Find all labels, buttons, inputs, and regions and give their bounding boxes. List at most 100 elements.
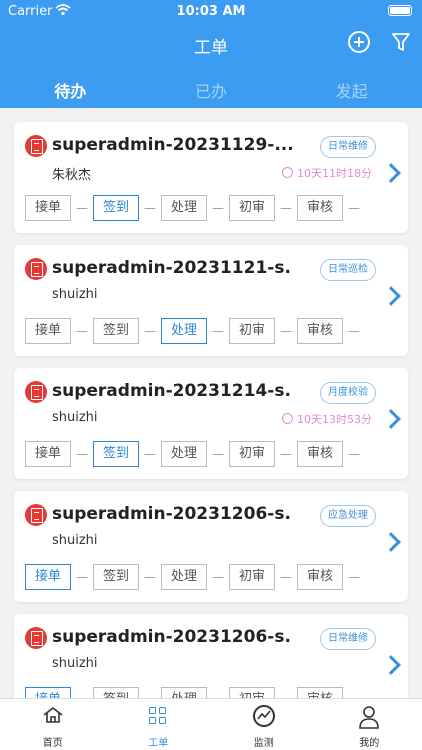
- assignee-name: shuizhi: [52, 410, 98, 425]
- chevron-right-icon[interactable]: [381, 532, 401, 552]
- step-connector: —: [144, 570, 156, 584]
- step-connector: —: [348, 570, 360, 584]
- countdown-text: 10天13时53分: [297, 413, 372, 426]
- step-connector: —: [76, 570, 88, 584]
- assignee-name: shuizhi: [52, 287, 98, 302]
- chevron-right-icon[interactable]: [381, 163, 401, 183]
- type-badge: 应急处理: [320, 505, 376, 527]
- type-badge: 月度校验: [320, 382, 376, 404]
- step-2[interactable]: 处理: [161, 195, 207, 221]
- step-2[interactable]: 处理: [161, 441, 207, 467]
- step-connector: —: [212, 570, 224, 584]
- step-4[interactable]: 审核: [297, 564, 343, 590]
- step-4[interactable]: 审核: [297, 195, 343, 221]
- user-icon: [359, 706, 380, 729]
- document-icon: [25, 381, 47, 403]
- document-icon: [25, 135, 47, 157]
- status-bar: Carrier 10:03 AM: [0, 0, 422, 22]
- document-icon: [25, 258, 47, 280]
- step-4[interactable]: 审核: [297, 687, 343, 698]
- step-1[interactable]: 签到: [93, 687, 139, 698]
- step-0[interactable]: 接单: [25, 318, 71, 344]
- step-0[interactable]: 接单: [25, 441, 71, 467]
- step-connector: —: [212, 447, 224, 461]
- filter-icon[interactable]: [392, 32, 410, 52]
- bottom-tab-label: 工单: [148, 738, 169, 749]
- work-order-card[interactable]: superadmin-20231214-s... shuizhi 月度校验 10天13…: [14, 368, 408, 479]
- bottom-tab-label: 我的: [359, 738, 380, 749]
- step-4[interactable]: 审核: [297, 441, 343, 467]
- step-connector: —: [348, 447, 360, 461]
- assignee-name: shuizhi: [52, 656, 98, 671]
- tab-done[interactable]: 已办: [141, 66, 282, 108]
- plus-circle-icon[interactable]: [348, 31, 370, 53]
- work-order-card[interactable]: superadmin-20231121-s... shuizhi 日常巡检 接单 — 签到…: [14, 245, 408, 356]
- step-connector: —: [280, 324, 292, 338]
- step-connector: —: [139, 687, 161, 698]
- step-3[interactable]: 初审: [229, 564, 275, 590]
- step-connector: —: [343, 687, 365, 698]
- document-icon: [25, 627, 47, 649]
- step-connector: —: [207, 687, 229, 698]
- workflow-steps: 接单 — 签到 — 处理 — 初审 — 审核 —: [25, 441, 369, 467]
- document-icon: [25, 504, 47, 526]
- step-3[interactable]: 初审: [229, 318, 275, 344]
- work-order-card[interactable]: superadmin-20231129-... 朱秋杰 日常维修 10天11时18分接…: [14, 122, 408, 233]
- step-connector: —: [280, 447, 292, 461]
- step-connector: —: [144, 447, 156, 461]
- type-badge: 日常维修: [320, 628, 376, 650]
- step-connector: —: [275, 687, 297, 698]
- assignee-name: shuizhi: [52, 533, 98, 548]
- step-2[interactable]: 处理: [161, 687, 207, 698]
- chevron-right-icon[interactable]: [381, 655, 401, 675]
- home-icon: [43, 707, 63, 723]
- tab-bar: 待办 已办 发起: [0, 66, 422, 108]
- step-0[interactable]: 接单: [25, 195, 71, 221]
- step-connector: —: [144, 201, 156, 215]
- step-3[interactable]: 初审: [229, 441, 275, 467]
- step-0[interactable]: 接单: [25, 564, 71, 590]
- workflow-steps: 接单—签到—处理—初审—审核—: [25, 318, 369, 344]
- step-connector: —: [76, 201, 88, 215]
- bottom-tab-mine[interactable]: 我的: [317, 699, 422, 750]
- step-1[interactable]: 签到: [93, 441, 139, 467]
- bottom-tab-label: 首页: [42, 738, 63, 749]
- step-connector: —: [212, 201, 224, 215]
- work-order-title: superadmin-20231214-s...: [52, 381, 292, 401]
- bottom-tab-monitor[interactable]: 监测: [211, 699, 317, 750]
- countdown-timer: 10天13时53分: [282, 411, 372, 427]
- step-connector: —: [280, 570, 292, 584]
- step-connector: —: [348, 324, 360, 338]
- work-order-card[interactable]: superadmin-20231206-s... shuizhi 应急处理 接单 — 签到…: [14, 491, 408, 602]
- tab-initiate[interactable]: 发起: [281, 66, 422, 108]
- grid-icon: [149, 707, 167, 725]
- assignee-name: 朱秋杰: [52, 168, 92, 183]
- step-2[interactable]: 处理: [161, 318, 207, 344]
- step-1[interactable]: 签到: [93, 195, 139, 221]
- bottom-tab-workorder[interactable]: 工单: [106, 699, 212, 750]
- work-order-title: superadmin-20231129-...: [52, 135, 292, 155]
- step-1[interactable]: 签到: [93, 564, 139, 590]
- chevron-right-icon[interactable]: [381, 286, 401, 306]
- bottom-tab-home[interactable]: 首页: [0, 699, 106, 750]
- step-1[interactable]: 签到: [93, 318, 139, 344]
- workflow-steps: 接单—签到—处理—初审—审核—: [25, 687, 369, 698]
- step-0[interactable]: 接单: [25, 687, 71, 698]
- work-order-card[interactable]: superadmin-20231206-s...shuizhi日常维修接单—签到…: [14, 614, 408, 698]
- step-3[interactable]: 初审: [229, 687, 275, 698]
- tab-todo[interactable]: 待办: [0, 66, 141, 108]
- clock-icon: [282, 413, 293, 424]
- step-connector: —: [280, 201, 292, 215]
- clock-icon: [282, 167, 293, 178]
- battery-icon: [388, 5, 412, 16]
- work-order-list: superadmin-20231129-... 朱秋杰 日常维修 10天11时18分接…: [0, 108, 422, 698]
- step-connector: —: [212, 324, 224, 338]
- step-3[interactable]: 初审: [229, 195, 275, 221]
- step-4[interactable]: 审核: [297, 318, 343, 344]
- step-connector: —: [76, 447, 88, 461]
- step-connector: —: [144, 324, 156, 338]
- step-2[interactable]: 处理: [161, 564, 207, 590]
- chevron-right-icon[interactable]: [381, 409, 401, 429]
- workflow-steps: 接单—签到—处理—初审—审核—: [25, 195, 369, 221]
- type-badge: 日常巡检: [320, 259, 376, 281]
